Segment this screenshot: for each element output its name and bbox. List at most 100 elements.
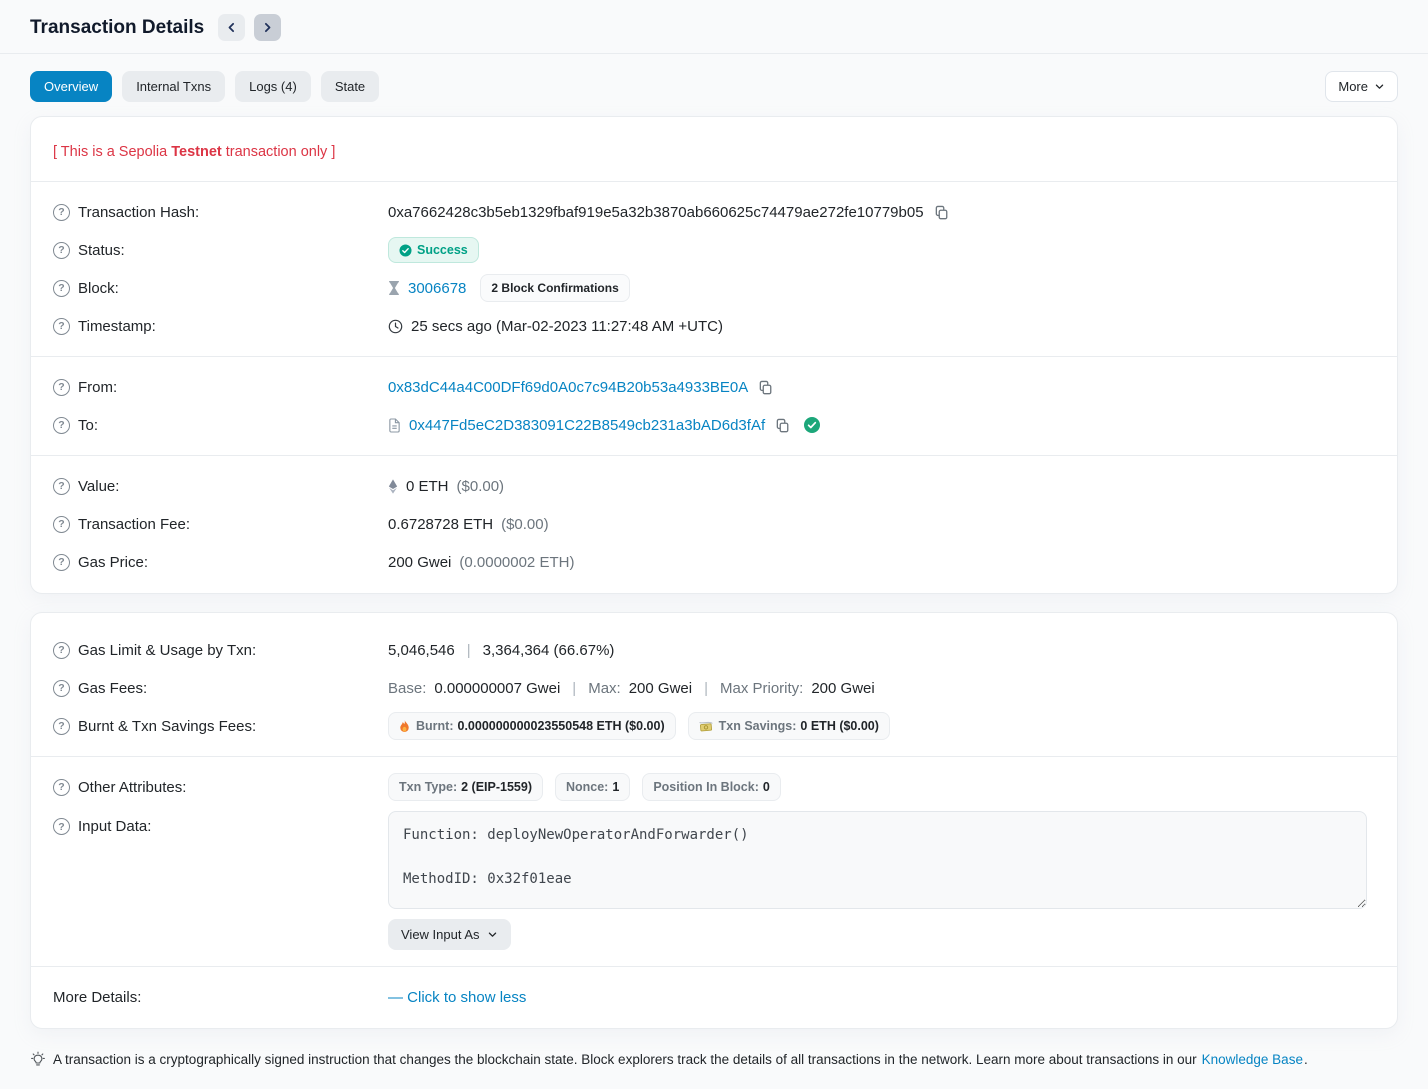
chevron-right-icon: [261, 21, 274, 34]
status-value: Success: [417, 243, 468, 257]
base-fee-label: Base:: [388, 680, 426, 697]
help-icon[interactable]: [53, 779, 70, 796]
row-block: Block: 3006678 2 Block Confirmations: [31, 269, 1397, 307]
details-card: Gas Limit & Usage by Txn: 5,046,546 | 3,…: [30, 612, 1398, 1029]
help-icon[interactable]: [53, 242, 70, 259]
tab-overview[interactable]: Overview: [30, 71, 112, 102]
block-label: Block:: [78, 280, 119, 297]
eth-diamond-icon: [388, 479, 398, 494]
max-priority-fee-label: Max Priority:: [720, 680, 803, 697]
divider: [31, 455, 1397, 456]
gas-limit-usage-label: Gas Limit & Usage by Txn:: [78, 642, 256, 659]
position-in-block-label: Position In Block:: [653, 780, 759, 794]
chevron-left-icon: [225, 21, 238, 34]
from-label: From:: [78, 379, 117, 396]
row-transaction-fee: Transaction Fee: 0.6728728 ETH ($0.00): [31, 505, 1397, 543]
help-icon[interactable]: [53, 478, 70, 495]
gas-price-eth: (0.0000002 ETH): [459, 554, 574, 571]
help-icon[interactable]: [53, 818, 70, 835]
page-footer: A transaction is a cryptographically sig…: [0, 1047, 1428, 1089]
row-input-data: Input Data: Function: deployNewOperatorA…: [31, 806, 1397, 955]
separator: |: [463, 642, 475, 659]
help-icon[interactable]: [53, 280, 70, 297]
row-burnt-savings: Burnt & Txn Savings Fees: Burnt: 0.00000…: [31, 707, 1397, 745]
to-label: To:: [78, 417, 98, 434]
input-data-textarea[interactable]: Function: deployNewOperatorAndForwarder(…: [388, 811, 1367, 909]
testnet-notice: [ This is a Sepolia Testnet transaction …: [31, 127, 1397, 170]
flame-icon: [399, 720, 410, 733]
more-button-label: More: [1338, 79, 1368, 94]
value-label: Value:: [78, 478, 119, 495]
row-gas-price: Gas Price: 200 Gwei (0.0000002 ETH): [31, 543, 1397, 581]
tab-internal-txns[interactable]: Internal Txns: [122, 71, 225, 102]
to-address-link[interactable]: 0x447Fd5eC2D383091C22B8549cb231a3bAD6d3f…: [409, 417, 765, 434]
row-value: Value: 0 ETH ($0.00): [31, 467, 1397, 505]
txn-type-badge: Txn Type: 2 (EIP-1559): [388, 773, 543, 801]
check-circle-icon: [399, 244, 412, 257]
copy-icon[interactable]: [932, 205, 949, 220]
burnt-badge: Burnt: 0.000000000023550548 ETH ($0.00): [388, 712, 676, 740]
hourglass-icon: [388, 281, 400, 295]
overview-card: [ This is a Sepolia Testnet transaction …: [30, 116, 1398, 594]
help-icon[interactable]: [53, 516, 70, 533]
row-gas-fees: Gas Fees: Base: 0.000000007 Gwei | Max: …: [31, 669, 1397, 707]
divider: [31, 181, 1397, 182]
tab-state[interactable]: State: [321, 71, 379, 102]
show-less-link[interactable]: — Click to show less: [388, 989, 526, 1006]
transaction-hash-label: Transaction Hash:: [78, 204, 199, 221]
transaction-fee-usd: ($0.00): [501, 516, 549, 533]
gas-limit: 5,046,546: [388, 642, 455, 659]
txn-savings-value: 0 ETH ($0.00): [800, 719, 879, 733]
lightbulb-icon: [30, 1051, 46, 1067]
chevron-down-icon: [487, 929, 498, 940]
max-fee-value: 200 Gwei: [629, 680, 692, 697]
help-icon[interactable]: [53, 379, 70, 396]
status-badge: Success: [388, 237, 479, 263]
help-icon[interactable]: [53, 417, 70, 434]
transaction-fee-amount: 0.6728728 ETH: [388, 516, 493, 533]
divider: [31, 756, 1397, 757]
next-transaction-button[interactable]: [254, 14, 281, 41]
copy-icon[interactable]: [756, 380, 773, 395]
nonce-value: 1: [612, 780, 619, 794]
txn-savings-label: Txn Savings:: [719, 719, 797, 733]
prev-transaction-button[interactable]: [218, 14, 245, 41]
nonce-badge: Nonce: 1: [555, 773, 630, 801]
tab-logs[interactable]: Logs (4): [235, 71, 311, 102]
row-status: Status: Success: [31, 231, 1397, 269]
contract-file-icon: [388, 418, 401, 433]
timestamp-value: 25 secs ago (Mar-02-2023 11:27:48 AM +UT…: [411, 318, 723, 335]
block-confirmations-badge: 2 Block Confirmations: [480, 274, 629, 302]
position-in-block-badge: Position In Block: 0: [642, 773, 781, 801]
chevron-down-icon: [1374, 81, 1385, 92]
txn-type-label: Txn Type:: [399, 780, 457, 794]
row-to: To: 0x447Fd5eC2D383091C22B8549cb231a3bAD…: [31, 406, 1397, 444]
view-input-as-button[interactable]: View Input As: [388, 919, 511, 950]
timestamp-label: Timestamp:: [78, 318, 156, 335]
status-label: Status:: [78, 242, 125, 259]
tabs: Overview Internal Txns Logs (4) State: [30, 71, 379, 102]
help-icon[interactable]: [53, 554, 70, 571]
knowledge-base-link[interactable]: Knowledge Base: [1202, 1052, 1303, 1067]
transaction-hash-value: 0xa7662428c3b5eb1329fbaf919e5a32b3870ab6…: [388, 204, 924, 221]
txn-type-value: 2 (EIP-1559): [461, 780, 532, 794]
value-amount: 0 ETH: [406, 478, 449, 495]
from-address-link[interactable]: 0x83dC44a4C00DFf69d0A0c7c94B20b53a4933BE…: [388, 379, 748, 396]
footer-period: .: [1304, 1052, 1308, 1067]
block-number-link[interactable]: 3006678: [408, 280, 466, 297]
copy-icon[interactable]: [773, 418, 790, 433]
page-title: Transaction Details: [30, 17, 204, 39]
help-icon[interactable]: [53, 642, 70, 659]
row-from: From: 0x83dC44a4C00DFf69d0A0c7c94B20b53a…: [31, 368, 1397, 406]
separator: |: [568, 680, 580, 697]
more-button[interactable]: More: [1325, 71, 1398, 102]
help-icon[interactable]: [53, 680, 70, 697]
row-gas-limit-usage: Gas Limit & Usage by Txn: 5,046,546 | 3,…: [31, 631, 1397, 669]
separator: |: [700, 680, 712, 697]
money-wings-icon: [699, 720, 713, 732]
help-icon[interactable]: [53, 204, 70, 221]
row-transaction-hash: Transaction Hash: 0xa7662428c3b5eb1329fb…: [31, 193, 1397, 231]
help-icon[interactable]: [53, 318, 70, 335]
view-input-as-label: View Input As: [401, 927, 480, 942]
help-icon[interactable]: [53, 718, 70, 735]
